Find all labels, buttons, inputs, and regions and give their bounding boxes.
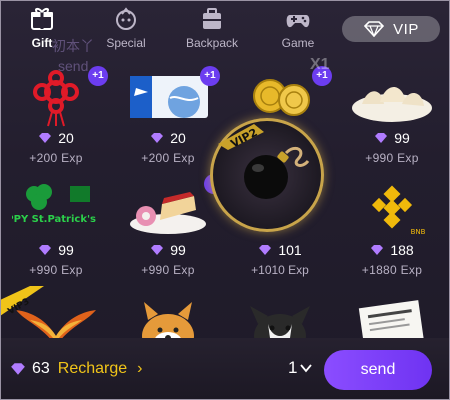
quantity-badge: +1 [200, 66, 220, 86]
tab-game-label: Game [281, 36, 315, 50]
dumplings-icon [352, 87, 432, 122]
quantity-selector[interactable]: 1 [288, 358, 313, 378]
airline-ticket-icon [130, 76, 208, 118]
gift-price: 99 [112, 242, 224, 258]
gift-price-value: 99 [170, 242, 186, 258]
gift-item-dumplings[interactable]: 99 +990 Exp [336, 62, 448, 174]
quantity-badge: +1 [88, 66, 108, 86]
gift-item-st-patricks-day[interactable]: HAPPY St.Patrick's DAY 99 +990 Exp [0, 174, 112, 286]
gem-icon [39, 245, 52, 255]
chevron-down-icon [300, 364, 313, 373]
gift-exp: +200 Exp [29, 151, 83, 165]
st-patricks-art-text: HAPPY St.Patrick's DAY [12, 214, 100, 225]
gem-icon [151, 245, 164, 255]
gift-price: 99 [0, 242, 112, 258]
bomb-icon [244, 146, 310, 199]
gem-icon [371, 245, 384, 255]
red-chinese-knot-icon [33, 70, 79, 127]
gem-icon [11, 363, 25, 375]
gift-price-value: 20 [58, 130, 74, 146]
gift-box-icon [31, 8, 53, 30]
st-patricks-day-icon: HAPPY St.Patrick's DAY [12, 184, 100, 225]
gift-item-bnb-coin[interactable]: BNB 188 +1880 Exp [336, 174, 448, 286]
balance-amount: 63 [32, 360, 50, 377]
gift-price: 188 [336, 242, 448, 258]
tab-special[interactable]: Special [86, 6, 166, 54]
gift-item-chinese-knot[interactable]: +1 20 +200 Exp [0, 62, 112, 174]
gift-price-value: 99 [58, 242, 74, 258]
cake-donut-icon [130, 192, 206, 234]
gamepad-icon [286, 15, 310, 28]
gift-price-value: 99 [394, 130, 410, 146]
tab-special-label: Special [106, 36, 146, 50]
tab-game[interactable]: Game [258, 6, 338, 54]
tab-backpack[interactable]: Backpack [172, 6, 252, 54]
backpack-icon [203, 8, 221, 29]
gift-exp: +990 Exp [141, 263, 195, 277]
vip-button-label: VIP [393, 20, 419, 38]
tab-bar: Gift Special Backpack Game VIP [0, 0, 450, 58]
gift-price: 99 [336, 130, 448, 146]
bottom-bar: 63 Recharge › 1 send [0, 338, 450, 400]
gift-exp: +990 Exp [29, 263, 83, 277]
diamond-outline-icon [364, 21, 385, 37]
gem-icon [259, 245, 272, 255]
selected-gift-price-value: 101 [278, 242, 302, 258]
tab-backpack-label: Backpack [185, 36, 239, 50]
vip3-corner-tag: VIP3 [0, 286, 44, 316]
gift-item-cake-donut[interactable]: + 99 +990 Exp [112, 174, 224, 286]
gift-exp: +200 Exp [141, 151, 195, 165]
gem-icon [151, 133, 164, 143]
gift-panel: 初本丫 send Gift Special Backpack Game VIP … [0, 0, 450, 400]
gem-icon [375, 133, 388, 143]
gift-exp: +990 Exp [365, 151, 419, 165]
multiplier-label: X1 [310, 56, 330, 73]
gift-exp: +1880 Exp [361, 263, 423, 277]
bnb-coin-icon: BNB [371, 185, 426, 236]
bnb-art-text: BNB [411, 228, 426, 236]
chevron-right-icon[interactable]: › [137, 360, 142, 378]
gift-price: 20 [0, 130, 112, 146]
vip-button[interactable]: VIP [342, 16, 440, 42]
gift-item-airline-ticket[interactable]: +1 20 +200 Exp [112, 62, 224, 174]
balance: 63 Recharge › [10, 360, 143, 378]
special-effect-icon [116, 7, 136, 30]
recharge-link[interactable]: Recharge [58, 360, 127, 378]
tab-gift-label: Gift [31, 36, 53, 50]
quantity-value: 1 [288, 358, 298, 377]
gift-price-value: 20 [170, 130, 186, 146]
send-button[interactable]: send [324, 350, 432, 390]
gift-price-value: 188 [390, 242, 414, 258]
gift-price: 20 [112, 130, 224, 146]
gem-icon [39, 133, 52, 143]
selected-gift-exp: +1010 Exp [251, 263, 309, 277]
selected-gift-price: 101 [224, 242, 336, 258]
tab-gift[interactable]: Gift [2, 6, 82, 54]
